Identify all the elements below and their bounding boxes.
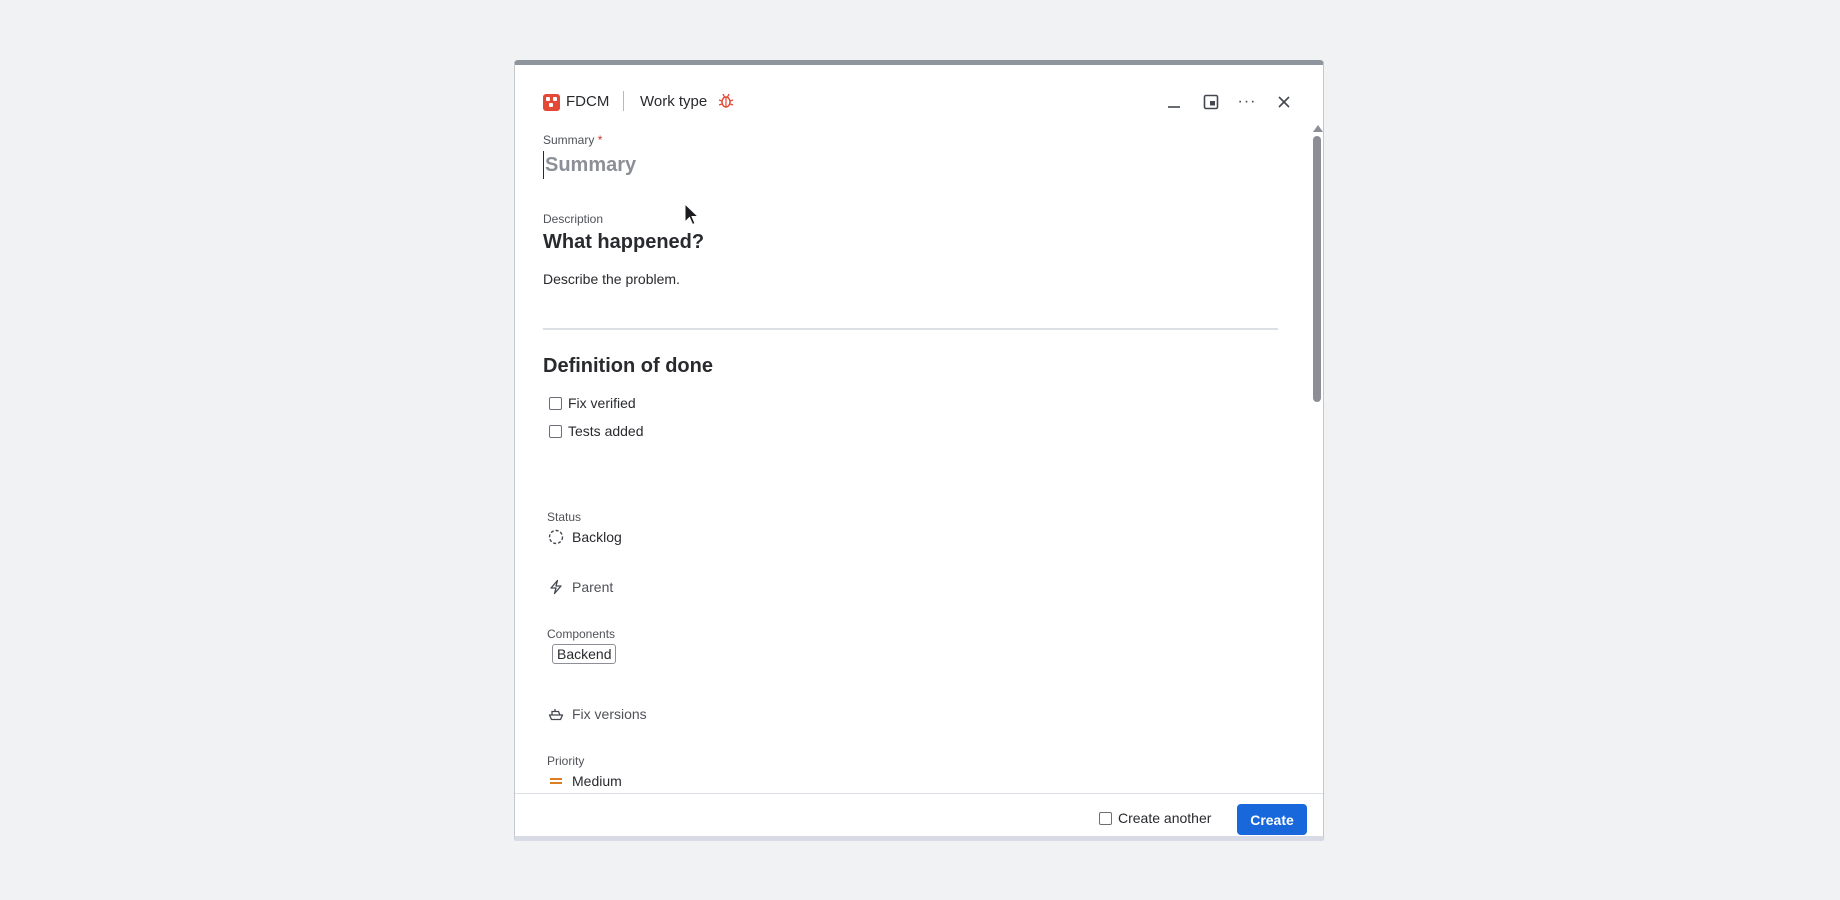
summary-label-text: Summary <box>543 133 595 147</box>
status-circle-icon <box>547 528 565 546</box>
description-heading[interactable]: What happened? <box>543 231 704 254</box>
priority-label: Priority <box>547 754 585 768</box>
scrollbar[interactable] <box>1310 123 1323 836</box>
modal-header: FDCM Work type ··· <box>515 65 1323 123</box>
header-divider <box>623 91 624 111</box>
scrollbar-thumb[interactable] <box>1313 136 1321 402</box>
status-field[interactable]: Backlog <box>547 528 622 546</box>
checklist-item-label: Tests added <box>568 423 644 439</box>
create-work-item-modal: FDCM Work type ··· Summary * Summary Des… <box>514 60 1324 841</box>
description-divider <box>543 328 1278 330</box>
project-selector[interactable]: FDCM <box>566 93 609 110</box>
required-mark: * <box>597 133 603 147</box>
more-icon: ··· <box>1237 93 1257 110</box>
checklist-checkbox[interactable] <box>549 396 562 410</box>
checklist-checkbox[interactable] <box>549 424 562 438</box>
summary-input[interactable] <box>543 151 1265 179</box>
priority-field[interactable]: Medium <box>547 772 622 790</box>
mouse-cursor-icon <box>684 203 700 226</box>
project-icon <box>543 94 560 111</box>
fix-versions-value: Fix versions <box>572 706 647 722</box>
ship-icon <box>547 705 565 723</box>
work-type-selector[interactable]: Work type <box>640 93 707 110</box>
modal-body: Summary * Description What happened? Des… <box>515 123 1310 836</box>
description-label: Description <box>543 212 604 226</box>
modal-footer: Create another Create <box>515 793 1323 836</box>
component-tag[interactable]: Backend <box>552 644 617 664</box>
priority-value: Medium <box>572 773 622 789</box>
create-another-toggle[interactable]: Create another <box>1099 810 1211 826</box>
bug-icon[interactable] <box>717 92 735 110</box>
create-another-checkbox[interactable] <box>1099 811 1112 825</box>
status-label: Status <box>547 510 582 524</box>
create-button[interactable]: Create <box>1237 804 1307 835</box>
summary-label: Summary * <box>543 133 602 147</box>
components-label: Components <box>547 627 616 641</box>
parent-value: Parent <box>572 579 614 595</box>
close-icon <box>1278 96 1290 108</box>
priority-medium-icon <box>547 772 565 790</box>
close-button[interactable] <box>1271 89 1297 115</box>
minimize-button[interactable] <box>1161 89 1187 115</box>
definition-of-done-heading[interactable]: Definition of done <box>543 355 713 378</box>
parent-icon <box>547 578 565 596</box>
create-another-label: Create another <box>1118 810 1212 826</box>
checklist-item[interactable]: Fix verified <box>549 395 636 411</box>
picture-in-picture-button[interactable] <box>1198 89 1224 115</box>
description-text[interactable]: Describe the problem. <box>543 271 680 287</box>
scroll-up-arrow[interactable] <box>1313 125 1323 132</box>
checklist-item-label: Fix verified <box>568 395 636 411</box>
checklist-item[interactable]: Tests added <box>549 423 644 439</box>
status-value: Backlog <box>572 529 622 545</box>
fix-versions-field[interactable]: Fix versions <box>547 705 647 723</box>
minimize-icon <box>1168 106 1180 108</box>
parent-field[interactable]: Parent <box>547 578 613 596</box>
more-actions-button[interactable]: ··· <box>1234 89 1260 115</box>
pip-icon <box>1203 94 1219 110</box>
